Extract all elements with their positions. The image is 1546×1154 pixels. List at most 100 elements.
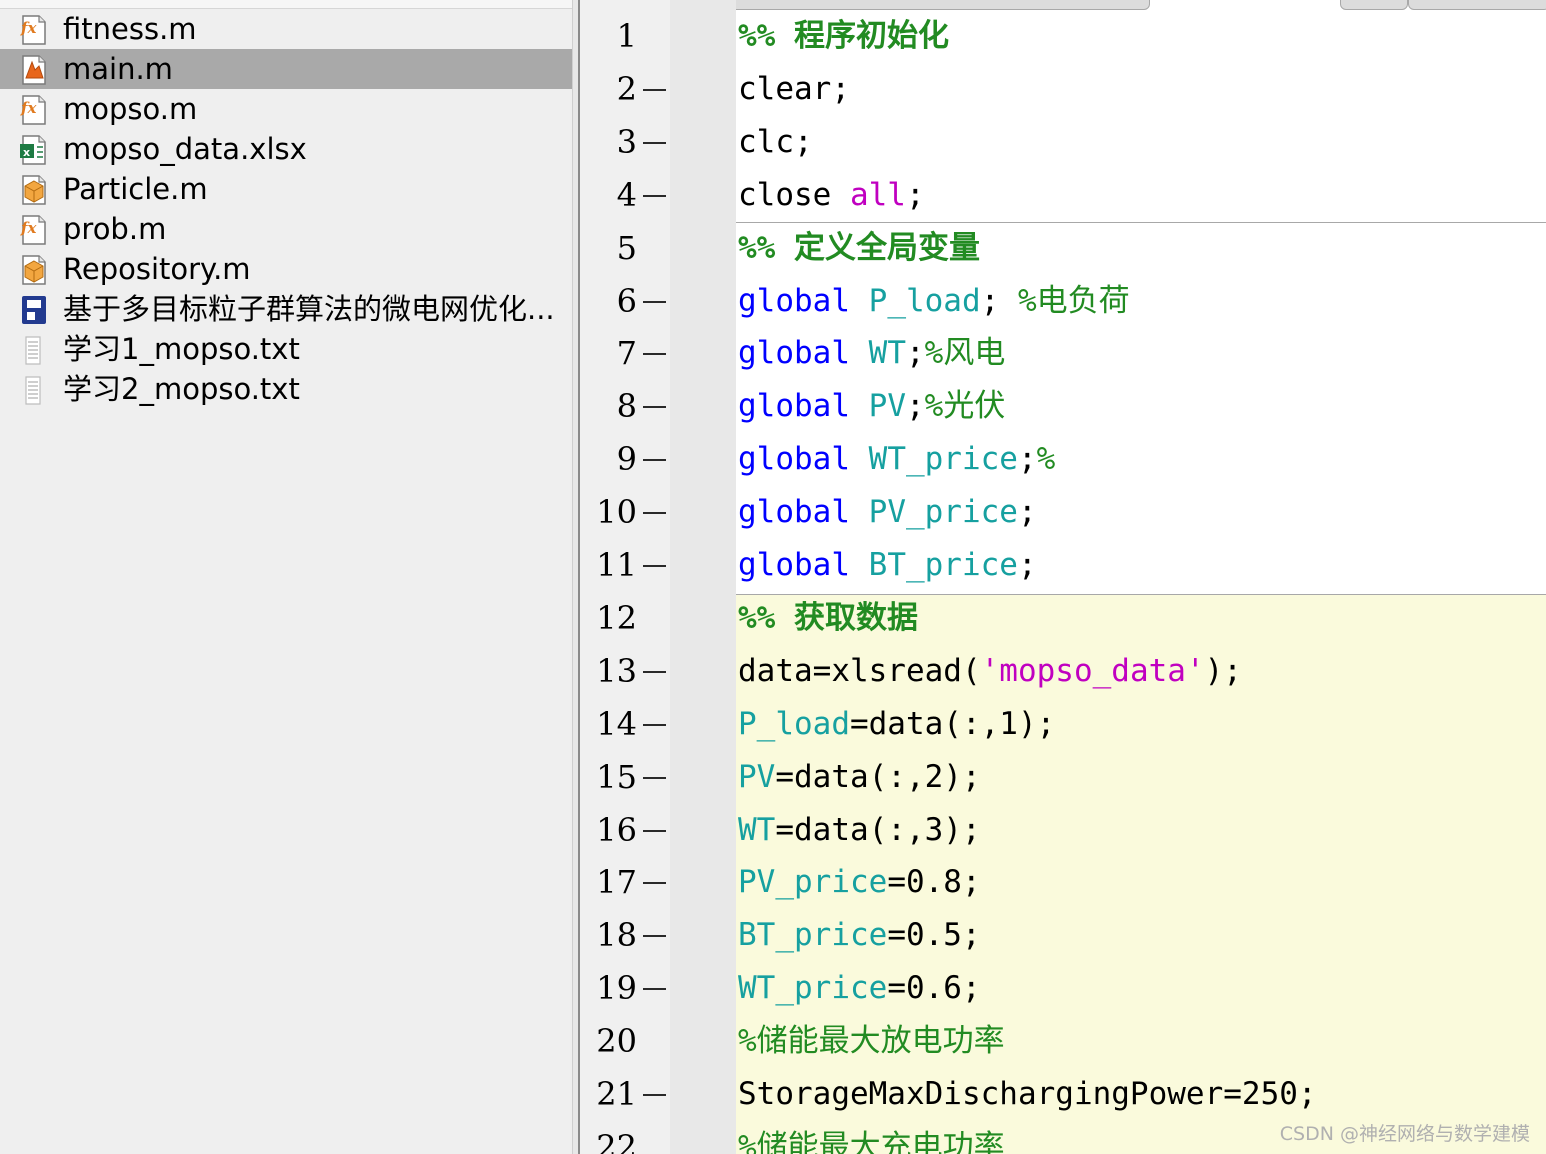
- file-item[interactable]: Particle.m: [0, 169, 572, 209]
- executable-line-marker[interactable]: [643, 88, 666, 91]
- code-token: global: [738, 494, 869, 531]
- file-name: 基于多目标粒子群算法的微电网优化...: [63, 292, 555, 326]
- code-line[interactable]: 21 StorageMaxDischargingPower=250;: [580, 1068, 1546, 1121]
- code-token: ;: [980, 282, 1018, 319]
- file-item[interactable]: Repository.m: [0, 249, 572, 289]
- executable-line-marker[interactable]: [643, 776, 666, 779]
- executable-line-marker[interactable]: [643, 670, 666, 673]
- executable-line-marker[interactable]: [643, 459, 666, 462]
- executable-line-marker[interactable]: [643, 1094, 666, 1096]
- code-line[interactable]: 1 %% 程序初始化: [580, 10, 1546, 63]
- code-token: %% 定义全局变量: [738, 229, 980, 266]
- code-token: ;: [905, 176, 925, 213]
- code-token: WT_price: [868, 441, 1018, 478]
- code-line[interactable]: 13 data=xlsread('mopso_data');: [580, 645, 1546, 698]
- file-item[interactable]: 基于多目标粒子群算法的微电网优化...: [0, 289, 572, 329]
- code-line[interactable]: 5 %% 定义全局变量: [580, 222, 1546, 275]
- code-token: all: [849, 176, 906, 213]
- code-text: global PV_price;: [738, 486, 1037, 539]
- code-token: global: [738, 282, 869, 319]
- code-line[interactable]: 11 global BT_price;: [580, 539, 1546, 592]
- code-token: %储能最大充电功率: [738, 1128, 1005, 1154]
- code-line[interactable]: 7 global WT;%风电: [580, 327, 1546, 380]
- code-line[interactable]: 16 WT=data(:,3);: [580, 804, 1546, 857]
- executable-line-marker[interactable]: [643, 829, 666, 832]
- saved-file-icon: [18, 294, 50, 326]
- code-line[interactable]: 8 global PV;%光伏: [580, 380, 1546, 433]
- code-line[interactable]: 12 %% 获取数据: [580, 592, 1546, 645]
- function-file-icon: fx: [18, 94, 50, 126]
- executable-line-marker[interactable]: [643, 723, 666, 726]
- executable-line-marker[interactable]: [643, 353, 666, 356]
- file-item[interactable]: main.m: [0, 49, 572, 89]
- code-line[interactable]: 4 close all;: [580, 169, 1546, 222]
- code-line[interactable]: 17 PV_price=0.8;: [580, 856, 1546, 909]
- executable-line-marker[interactable]: [643, 512, 666, 515]
- panel-header-strip: [0, 0, 572, 9]
- executable-line-marker[interactable]: [643, 406, 666, 409]
- line-number: 6: [616, 281, 637, 320]
- function-file-icon: fx: [18, 214, 50, 246]
- line-number: 1: [616, 17, 637, 55]
- code-token: ;: [905, 388, 925, 425]
- code-token: %光伏: [924, 388, 1006, 425]
- editor-tab[interactable]: [1408, 0, 1546, 10]
- code-line[interactable]: 14 P_load=data(:,1);: [580, 698, 1546, 751]
- code-line[interactable]: 20 %储能最大放电功率: [580, 1015, 1546, 1068]
- line-number: 17: [596, 863, 637, 902]
- code-token: 'mopso_data': [980, 652, 1205, 689]
- file-item[interactable]: fx prob.m: [0, 209, 572, 249]
- code-token: =data(:,1);: [849, 705, 1056, 742]
- code-line[interactable]: 3 clc;: [580, 116, 1546, 169]
- executable-line-marker[interactable]: [643, 988, 666, 991]
- code-text: global WT;%风电: [738, 327, 1005, 380]
- line-number: 15: [596, 757, 637, 796]
- file-item[interactable]: x mopso_data.xlsx: [0, 129, 572, 169]
- code-token: );: [1204, 652, 1242, 689]
- executable-line-marker[interactable]: [643, 141, 666, 144]
- executable-line-marker[interactable]: [643, 565, 666, 567]
- file-item[interactable]: 学习1_mopso.txt: [0, 329, 572, 369]
- file-name: 学习1_mopso.txt: [63, 332, 300, 366]
- watermark: CSDN @神经网络与数学建模: [1279, 1123, 1530, 1145]
- code-token: PV_price: [868, 494, 1018, 531]
- code-token: P_load: [738, 705, 850, 742]
- code-line[interactable]: 19 WT_price=0.6;: [580, 962, 1546, 1015]
- code-line[interactable]: 15 PV=data(:,2);: [580, 751, 1546, 804]
- code-token: global: [738, 335, 869, 372]
- code-editor[interactable]: 1 %% 程序初始化 2 clear; 3 clc; 4 close all; 5 %% 定义全局…: [580, 0, 1546, 1154]
- line-number: 8: [616, 387, 637, 426]
- file-item[interactable]: fx fitness.m: [0, 9, 572, 49]
- editor-tab[interactable]: [1340, 0, 1408, 10]
- line-number: 5: [616, 228, 637, 267]
- code-token: =data(:,3);: [775, 811, 981, 848]
- file-name: mopso_data.xlsx: [63, 132, 307, 166]
- executable-line-marker[interactable]: [643, 935, 666, 938]
- line-number: 19: [596, 969, 637, 1008]
- code-line[interactable]: 9 global WT_price;%: [580, 433, 1546, 486]
- file-item[interactable]: fx mopso.m: [0, 89, 572, 129]
- code-text: PV_price=0.8;: [738, 856, 981, 909]
- executable-line-marker[interactable]: [643, 194, 666, 197]
- code-text: %% 程序初始化: [738, 10, 949, 63]
- code-line[interactable]: 18 BT_price=0.5;: [580, 909, 1546, 962]
- code-token: %% 程序初始化: [738, 18, 949, 54]
- code-line[interactable]: 2 clear;: [580, 63, 1546, 116]
- executable-line-marker[interactable]: [643, 882, 666, 885]
- code-text: global P_load; %电负荷: [738, 275, 1130, 328]
- code-text: %% 获取数据: [738, 592, 918, 645]
- executable-line-marker[interactable]: [643, 300, 666, 303]
- file-name: Repository.m: [63, 252, 251, 286]
- line-number: 7: [616, 334, 637, 373]
- code-text: WT_price=0.6;: [738, 962, 981, 1015]
- code-line[interactable]: 10 global PV_price;: [580, 486, 1546, 539]
- code-text: WT=data(:,3);: [738, 804, 981, 857]
- file-name: main.m: [63, 52, 173, 86]
- code-text: global BT_price;: [738, 539, 1037, 592]
- code-token: P_load: [868, 282, 981, 319]
- line-number: 10: [596, 493, 637, 532]
- code-token: StorageMaxDischargingPower=250;: [738, 1076, 1317, 1112]
- code-token: %电负荷: [1017, 282, 1130, 319]
- file-item[interactable]: 学习2_mopso.txt: [0, 369, 572, 409]
- code-line[interactable]: 6 global P_load; %电负荷: [580, 275, 1546, 328]
